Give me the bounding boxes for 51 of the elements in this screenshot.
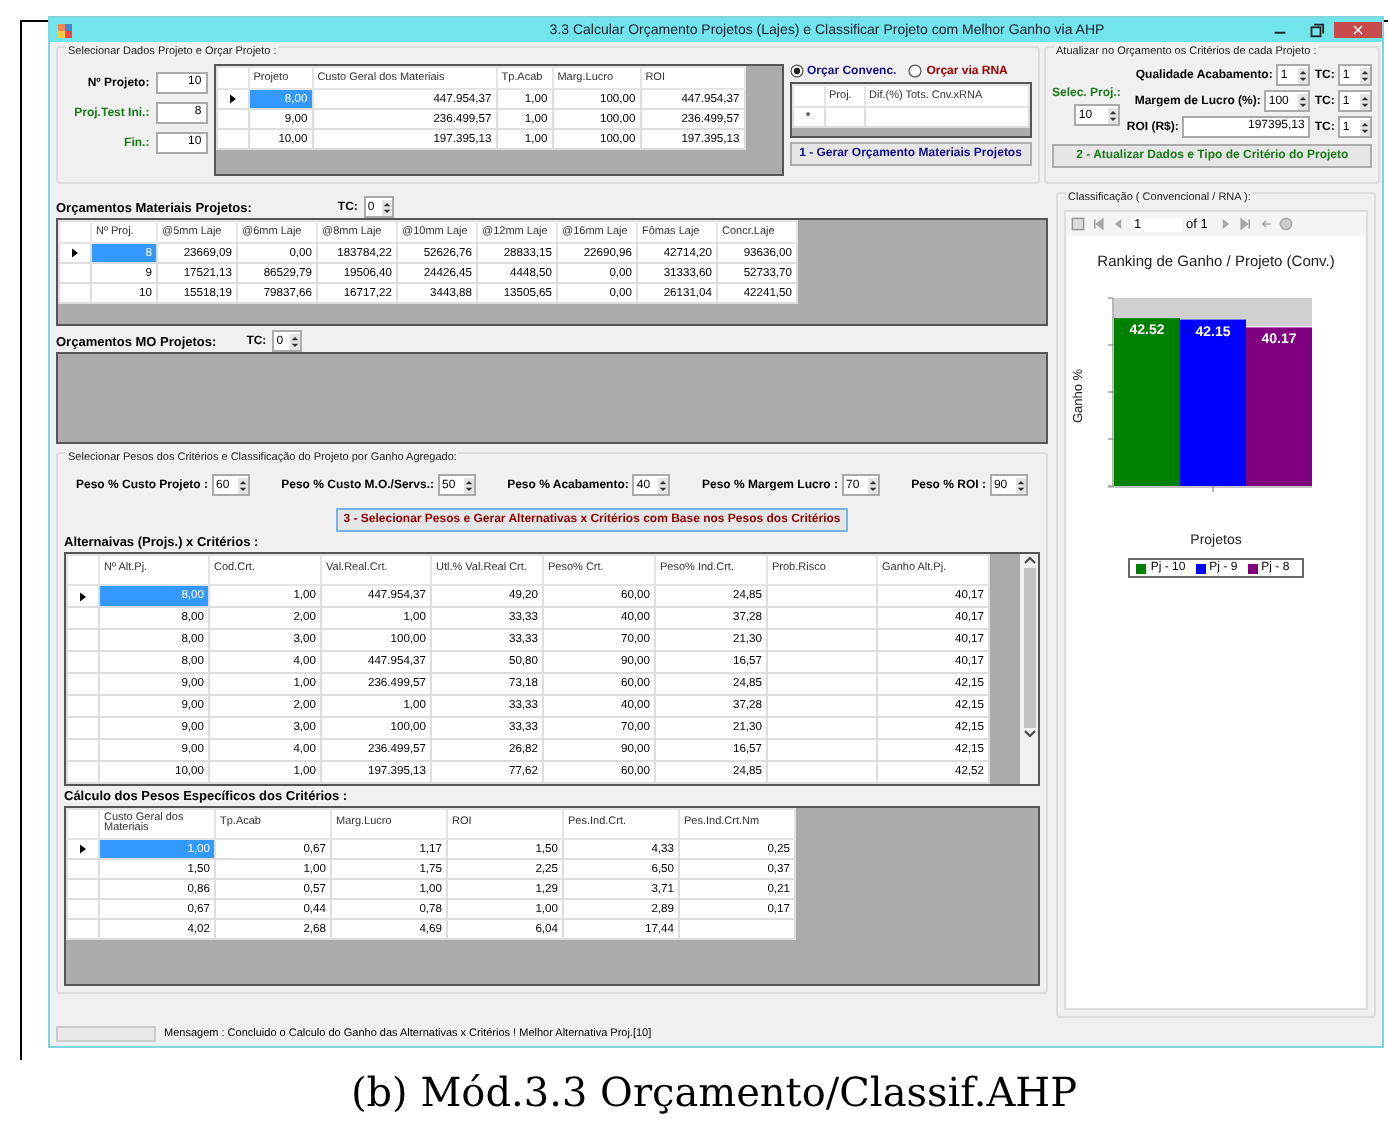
- table-cell: [767, 695, 877, 717]
- previous-page-icon[interactable]: [1110, 216, 1126, 232]
- grid-corner: [67, 555, 99, 585]
- table-cell: [767, 585, 877, 607]
- table-cell: [767, 717, 877, 739]
- grid-corner: [59, 221, 91, 243]
- row-header[interactable]: [59, 243, 91, 263]
- spin-arrows-icon[interactable]: [1360, 67, 1371, 83]
- document-icon[interactable]: [1070, 216, 1086, 232]
- grid-corner: [792, 85, 825, 107]
- spin-arrows-icon[interactable]: [238, 477, 249, 493]
- table-cell: [767, 651, 877, 673]
- scroll-down-icon[interactable]: [1021, 728, 1037, 740]
- spin-arrows-icon[interactable]: [290, 333, 301, 349]
- scroll-thumb[interactable]: [1023, 568, 1035, 728]
- table-cell: [824, 107, 865, 127]
- scroll-up-icon[interactable]: [1021, 554, 1037, 566]
- stop-icon[interactable]: [1277, 216, 1294, 232]
- row-pointer-icon: [80, 844, 86, 854]
- row-pointer-icon: [229, 94, 236, 104]
- row-header[interactable]: [67, 839, 99, 859]
- spin-arrows-icon[interactable]: [658, 477, 669, 493]
- table-cell: [767, 629, 877, 651]
- spin-arrows-icon[interactable]: [1298, 93, 1309, 109]
- table-cell: [679, 919, 795, 939]
- table-cell: [767, 673, 877, 695]
- back-icon[interactable]: [1257, 216, 1274, 232]
- row-header[interactable]: [216, 89, 249, 109]
- table-cell: [767, 739, 877, 761]
- radio-icon[interactable]: [789, 64, 804, 78]
- grid-corner: [67, 809, 99, 839]
- table-cell: [767, 607, 877, 629]
- row-pointer-icon: [72, 248, 78, 258]
- spin-arrows-icon[interactable]: [1298, 67, 1309, 83]
- row-header[interactable]: [67, 585, 99, 607]
- radio-icon[interactable]: [908, 64, 923, 78]
- grid-corner: [216, 67, 249, 89]
- spin-arrows-icon[interactable]: [1108, 107, 1119, 123]
- last-page-icon[interactable]: [1237, 216, 1254, 232]
- spin-arrows-icon[interactable]: [1360, 119, 1371, 135]
- first-page-icon[interactable]: [1090, 216, 1106, 232]
- spin-arrows-icon[interactable]: [868, 477, 879, 493]
- table-cell: [767, 761, 877, 783]
- figure-caption: (b) Mód.3.3 Orçamento/Classif.AHP: [348, 1068, 1080, 1116]
- app-icon: [58, 23, 72, 37]
- spin-arrows-icon[interactable]: [1360, 93, 1371, 109]
- spin-arrows-icon[interactable]: [463, 477, 474, 493]
- row-pointer-icon: [80, 591, 86, 601]
- spin-arrows-icon[interactable]: [381, 199, 392, 215]
- next-page-icon[interactable]: [1217, 216, 1234, 232]
- spin-arrows-icon[interactable]: [1015, 477, 1026, 493]
